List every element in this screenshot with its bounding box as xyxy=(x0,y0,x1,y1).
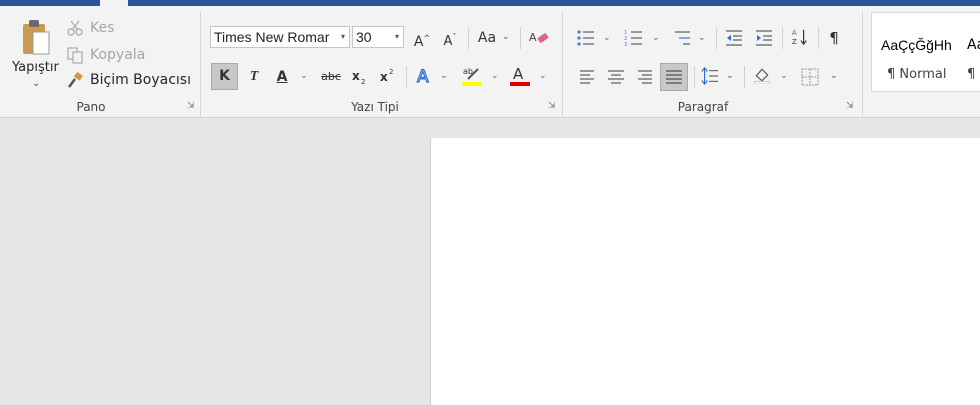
chevron-down-icon[interactable]: ⌄ xyxy=(603,33,611,43)
sort-icon[interactable]: A Z xyxy=(790,28,810,46)
svg-text:x: x xyxy=(352,69,360,83)
divider xyxy=(782,27,783,49)
group-divider xyxy=(562,12,563,116)
italic-label: T xyxy=(249,69,259,84)
change-case-label: Aa xyxy=(477,30,497,46)
divider xyxy=(468,27,469,49)
grow-font-icon: A^ xyxy=(413,33,431,50)
format-painter-icon xyxy=(68,72,83,88)
highlight-color-icon[interactable]: ab xyxy=(460,64,484,88)
divider xyxy=(744,66,745,88)
document-page[interactable] xyxy=(430,138,980,405)
shrink-font-button[interactable]: Aˇ xyxy=(440,26,460,50)
font-group-label: Yazı Tipi xyxy=(351,100,399,114)
grow-font-button[interactable]: A^ xyxy=(412,26,432,50)
style-normal-label[interactable]: ¶ Normal xyxy=(887,67,946,82)
chevron-down-icon[interactable]: ⌄ xyxy=(491,71,499,81)
svg-text:A: A xyxy=(417,67,429,87)
justify-button[interactable] xyxy=(660,63,688,91)
style-normal-preview[interactable]: AaÇçĞğHh xyxy=(881,37,952,53)
paste-options-chevron-icon[interactable]: ⌄ xyxy=(32,78,40,89)
borders-icon[interactable] xyxy=(800,68,820,86)
font-size-combobox[interactable]: 30 ▾ xyxy=(352,26,404,48)
chevron-down-icon[interactable]: ⌄ xyxy=(698,33,706,43)
divider xyxy=(716,27,717,49)
bold-label: K xyxy=(219,68,230,84)
svg-text:Z: Z xyxy=(792,37,797,46)
svg-text:A: A xyxy=(529,31,537,44)
font-color-icon[interactable]: A xyxy=(508,64,532,88)
font-size-value: 30 xyxy=(356,29,372,45)
numbering-icon[interactable]: 1 2 3 xyxy=(624,29,644,47)
divider xyxy=(818,27,819,49)
style-next-label[interactable]: ¶ xyxy=(967,67,975,82)
bold-button[interactable]: K xyxy=(211,63,238,90)
chevron-down-icon[interactable]: ⌄ xyxy=(440,71,448,81)
line-spacing-icon[interactable] xyxy=(700,67,720,85)
subscript-icon[interactable]: x 2 xyxy=(350,68,370,86)
decrease-indent-icon[interactable] xyxy=(724,29,744,47)
svg-text:2: 2 xyxy=(389,68,393,76)
change-case-button[interactable]: Aa xyxy=(476,26,498,50)
chevron-down-icon[interactable]: ⌄ xyxy=(502,32,510,42)
svg-text:2: 2 xyxy=(361,78,365,86)
clear-formatting-icon[interactable]: A xyxy=(528,29,550,47)
paragraph-dialog-launcher-icon[interactable]: ⇲ xyxy=(846,102,855,111)
justify-icon xyxy=(666,70,682,84)
paste-button[interactable]: Yapıştır xyxy=(12,60,59,75)
chevron-down-icon[interactable]: ⌄ xyxy=(652,33,660,43)
chevron-down-icon[interactable]: ⌄ xyxy=(726,71,734,81)
cut-label: Kes xyxy=(90,20,115,36)
font-name-combobox[interactable]: Times New Romar ▾ xyxy=(210,26,350,48)
underline-button[interactable]: A xyxy=(273,65,291,89)
chevron-down-icon[interactable]: ▾ xyxy=(395,27,399,47)
copy-icon xyxy=(67,47,83,64)
group-divider xyxy=(200,12,201,116)
clipboard-group-label: Pano xyxy=(76,100,106,114)
text-effects-icon[interactable]: A xyxy=(414,65,436,87)
chevron-down-icon[interactable]: ⌄ xyxy=(830,71,838,81)
align-left-icon[interactable] xyxy=(578,68,598,86)
pilcrow-icon: ¶ xyxy=(829,29,839,47)
divider xyxy=(520,27,521,49)
increase-indent-icon[interactable] xyxy=(754,29,774,47)
superscript-icon[interactable]: x 2 xyxy=(378,67,398,85)
svg-text:x: x xyxy=(380,70,388,84)
strikethrough-button[interactable]: abc xyxy=(318,65,344,89)
strikethrough-label: abc xyxy=(321,70,341,83)
show-formatting-marks-button[interactable]: ¶ xyxy=(826,26,842,50)
chevron-down-icon[interactable]: ⌄ xyxy=(539,71,547,81)
group-divider xyxy=(862,12,863,116)
paste-icon[interactable] xyxy=(21,18,51,56)
font-dialog-launcher-icon[interactable]: ⇲ xyxy=(548,102,557,111)
styles-gallery: AaÇçĞğHh ¶ Normal Aa ¶ xyxy=(871,12,980,92)
clipboard-dialog-launcher-icon[interactable]: ⇲ xyxy=(187,102,196,111)
divider xyxy=(694,66,695,88)
chevron-down-icon[interactable]: ⌄ xyxy=(780,71,788,81)
align-center-icon[interactable] xyxy=(606,68,626,86)
svg-text:3: 3 xyxy=(624,42,627,47)
copy-label: Kopyala xyxy=(90,47,146,63)
divider xyxy=(406,66,407,88)
scissors-icon xyxy=(67,20,83,36)
cut-button[interactable]: Kes xyxy=(66,18,114,38)
shading-icon[interactable] xyxy=(752,66,772,84)
format-painter-button[interactable]: Biçim Boyacısı xyxy=(66,70,191,90)
svg-text:A: A xyxy=(792,28,797,37)
ribbon: Yapıştır ⌄ Kes Kopyala Biçim Boyacısı Pa… xyxy=(0,6,980,118)
style-next-preview[interactable]: Aa xyxy=(967,37,980,53)
multilevel-list-icon[interactable] xyxy=(672,29,692,47)
align-right-icon[interactable] xyxy=(634,68,654,86)
shrink-font-icon: Aˇ xyxy=(443,33,457,50)
bullets-icon[interactable] xyxy=(576,29,596,47)
copy-button[interactable]: Kopyala xyxy=(66,45,145,65)
format-painter-label: Biçim Boyacısı xyxy=(90,72,191,88)
italic-button[interactable]: T xyxy=(245,65,263,89)
paragraph-group-label: Paragraf xyxy=(677,100,729,114)
chevron-down-icon[interactable]: ▾ xyxy=(341,27,345,47)
underline-label: A xyxy=(276,69,288,85)
svg-text:A: A xyxy=(513,65,524,83)
chevron-down-icon[interactable]: ⌄ xyxy=(300,71,308,81)
font-name-value: Times New Romar xyxy=(214,29,330,45)
